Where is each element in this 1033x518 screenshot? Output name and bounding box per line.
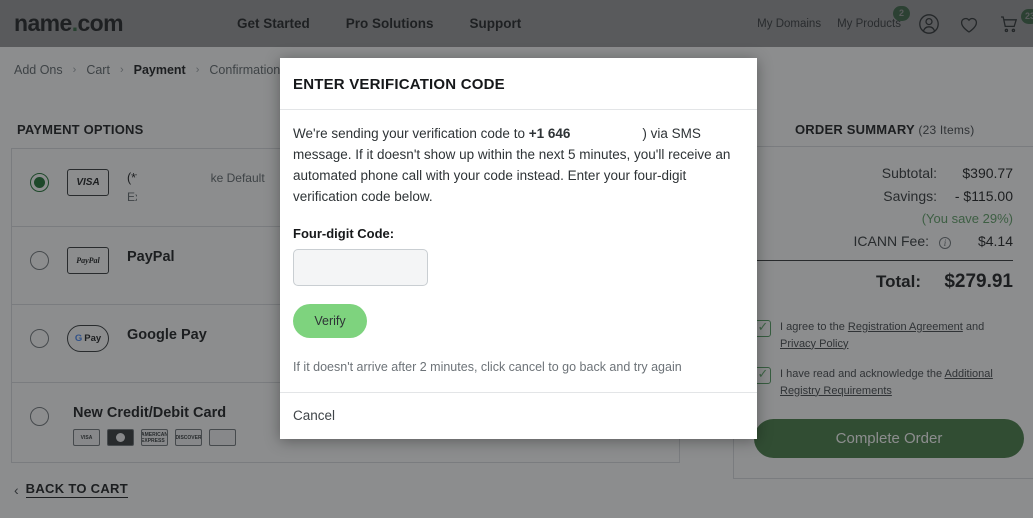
modal-body: We're sending your verification code to … xyxy=(280,110,757,392)
checkout-page: name.com Get Started Pro Solutions Suppo… xyxy=(0,0,1033,518)
cancel-link[interactable]: Cancel xyxy=(293,408,335,423)
verify-button[interactable]: Verify xyxy=(293,303,367,338)
phone-number: +1 646 xyxy=(528,126,571,141)
description-pre: We're sending your verification code to xyxy=(293,126,529,141)
redaction-block-phone xyxy=(570,127,643,141)
verification-code-modal: ENTER VERIFICATION CODE We're sending yo… xyxy=(280,58,757,439)
code-input[interactable] xyxy=(293,248,428,286)
modal-header: ENTER VERIFICATION CODE xyxy=(280,58,757,110)
code-field-label: Four-digit Code: xyxy=(293,225,395,241)
modal-title: ENTER VERIFICATION CODE xyxy=(293,76,505,93)
modal-footer: Cancel xyxy=(280,391,757,439)
modal-description: We're sending your verification code to … xyxy=(293,124,744,208)
modal-overlay-header xyxy=(0,0,1033,47)
modal-hint-text: If it doesn't arrive after 2 minutes, cl… xyxy=(293,359,682,374)
